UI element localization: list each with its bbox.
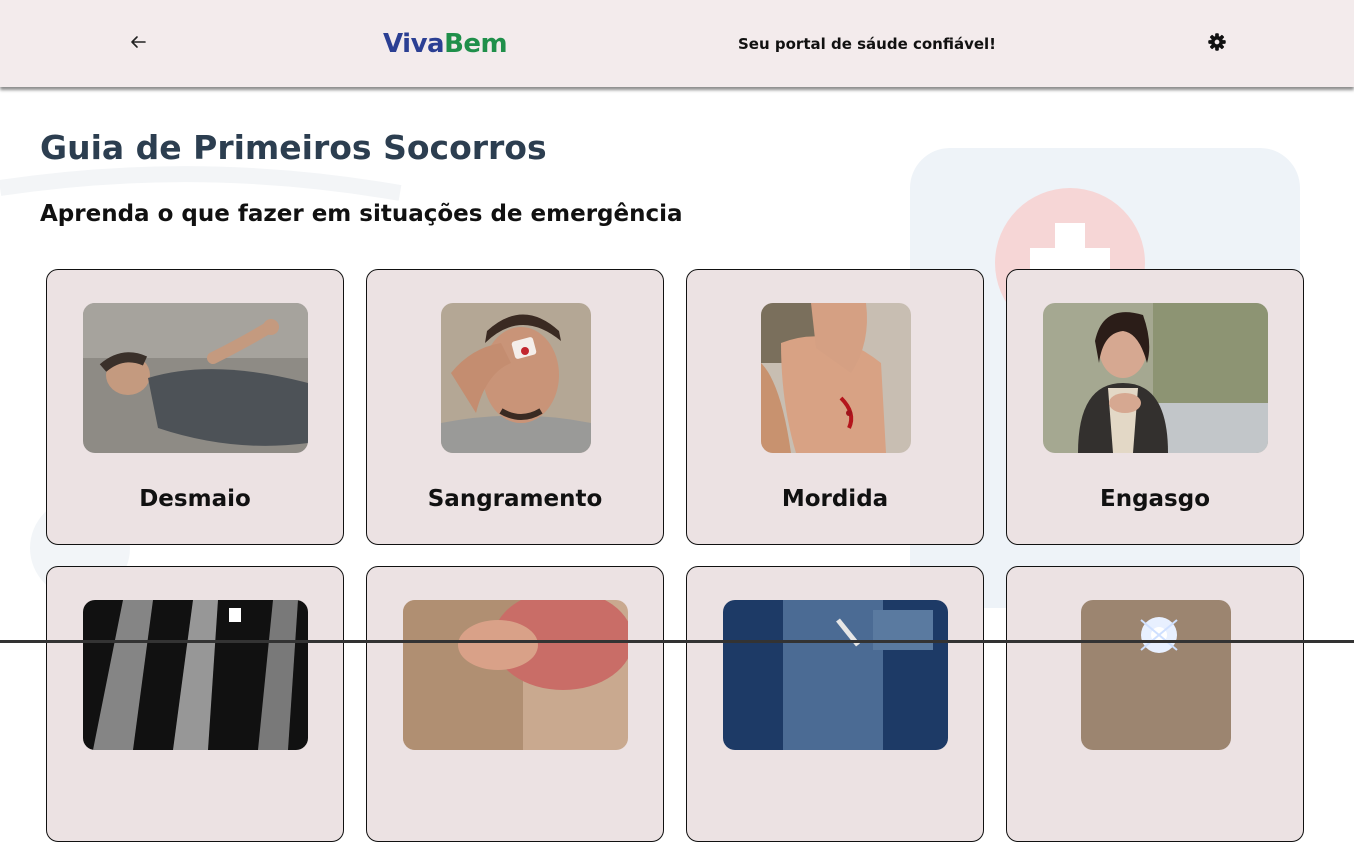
app-header: VivaBem Seu portal de sáude confiável!: [0, 0, 1354, 87]
card-engasgo[interactable]: Engasgo: [1006, 269, 1304, 545]
brand-name-part2: Bem: [444, 29, 508, 59]
injection-photo: [723, 600, 948, 750]
back-button[interactable]: [126, 30, 150, 54]
woman-choking-photo: [1043, 303, 1268, 453]
man-with-bleeding-eyebrow-photo: [441, 303, 591, 453]
card-sangramento[interactable]: Sangramento: [366, 269, 664, 545]
arrow-left-icon: [131, 36, 146, 48]
gear-icon: [1208, 33, 1226, 51]
brand-name-part1: Viva: [383, 29, 445, 59]
card-fratura[interactable]: [46, 566, 344, 842]
card-label: Mordida: [781, 486, 889, 512]
card-label: Desmaio: [139, 486, 251, 512]
main-content: Guia de Primeiros Socorros Aprenda o que…: [0, 88, 1354, 842]
card-queimadura[interactable]: [366, 566, 664, 842]
card-label: Engasgo: [1099, 486, 1211, 512]
card-injecao[interactable]: [686, 566, 984, 842]
skin-burn-photo: [403, 600, 628, 750]
page-subtitle: Aprenda o que fazer em situações de emer…: [40, 201, 683, 227]
brand-logo[interactable]: VivaBem: [383, 27, 508, 61]
card-choque-eletrico[interactable]: [1006, 566, 1304, 842]
card-label: Sangramento: [427, 486, 603, 512]
hand-xray-photo: [83, 600, 308, 750]
page-title: Guia de Primeiros Socorros: [40, 128, 547, 167]
card-mordida[interactable]: Mordida: [686, 269, 984, 545]
man-fainted-on-floor-photo: [83, 303, 308, 453]
bitten-knee-wound-photo: [761, 303, 911, 453]
card-desmaio[interactable]: Desmaio: [46, 269, 344, 545]
tagline: Seu portal de sáude confiável!: [738, 35, 997, 53]
electric-shock-photo: [1081, 600, 1231, 750]
settings-button[interactable]: [1206, 31, 1228, 53]
